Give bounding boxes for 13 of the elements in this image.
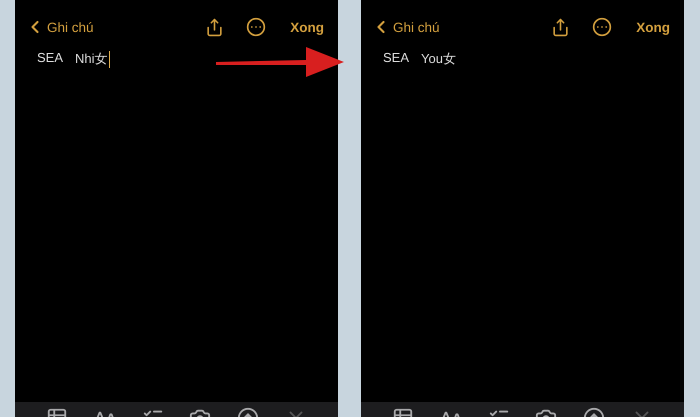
arrow-icon: [216, 44, 344, 80]
done-button[interactable]: Xong: [636, 20, 670, 34]
back-button[interactable]: Ghi chú: [371, 17, 440, 37]
note-text: SEA: [383, 50, 410, 65]
back-button[interactable]: Ghi chú: [25, 17, 94, 37]
more-icon[interactable]: [246, 17, 266, 37]
share-icon[interactable]: [551, 18, 570, 36]
share-icon[interactable]: [205, 18, 224, 36]
note-text: SEA: [37, 50, 64, 65]
note-text: You女: [421, 50, 456, 68]
note-text: Nhi女: [75, 50, 110, 68]
more-icon[interactable]: [592, 17, 612, 37]
done-button[interactable]: Xong: [290, 20, 324, 34]
